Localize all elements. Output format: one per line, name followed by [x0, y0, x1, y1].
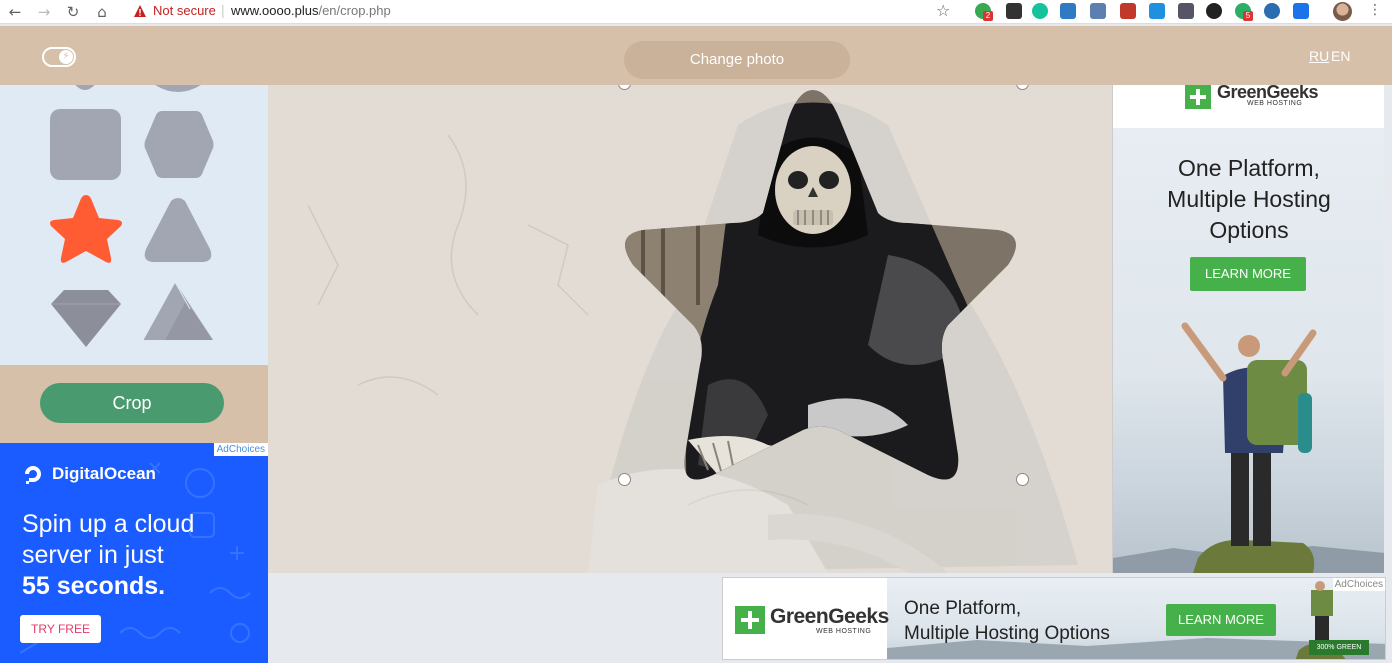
forward-arrow-icon[interactable]: → [34, 2, 54, 22]
shape-rounded-square[interactable] [50, 109, 121, 180]
gg-sub: WEB HOSTING [1247, 100, 1303, 107]
ad-headline-line: Options [1209, 217, 1289, 243]
crop-button[interactable]: Crop [40, 383, 224, 423]
ad-headline-line: 55 seconds. [22, 572, 166, 600]
digitalocean-logo-icon [25, 466, 41, 484]
greengeeks-banner-ad[interactable]: GreenGeeks WEB HOSTING One Platform, Mul… [722, 577, 1386, 660]
home-icon[interactable]: ⌂ [92, 2, 112, 22]
shape-picker [0, 85, 268, 365]
greengeeks-plus-icon [1185, 85, 1211, 109]
greengeeks-plus-icon [735, 606, 765, 634]
lang-ru-link[interactable]: RU [1309, 48, 1329, 64]
ad-headline-line: Spin up a cloud [22, 510, 195, 538]
ad-headline-line: Multiple Hosting Options [904, 623, 1110, 644]
adchoices-label[interactable]: AdChoices [1332, 578, 1385, 591]
gg-wordmark: GreenGeeks [770, 605, 889, 628]
ad-headline-line: Multiple Hosting [1167, 186, 1331, 212]
adchoices-label[interactable]: AdChoices [213, 443, 268, 456]
ad-headline: Spin up a cloud server in just 55 second… [22, 509, 252, 602]
url-separator: | [221, 2, 225, 18]
greengeeks-ad[interactable]: GreenGeeks WEB HOSTING One Platform, Mul… [1112, 85, 1384, 573]
warning-icon [134, 5, 146, 17]
ad-headline-line: server in just [22, 541, 164, 569]
ad-headline: One Platform, Multiple Hosting Options [904, 596, 1110, 646]
try-free-button[interactable]: TRY FREE [20, 615, 101, 643]
browser-toolbar: ← → ↻ ⌂ Not secure | www.oooo.plus/en/cr… [0, 0, 1392, 24]
extension-icon[interactable] [1120, 3, 1136, 19]
learn-more-button[interactable]: LEARN MORE [1166, 604, 1276, 636]
address-bar[interactable]: www.oooo.plus/en/crop.php [231, 3, 391, 18]
ad-headline-line: One Platform, [1178, 155, 1320, 181]
extension-icon[interactable] [1060, 3, 1076, 19]
security-status[interactable]: Not secure [153, 3, 216, 18]
ad-headline-line: One Platform, [904, 598, 1022, 619]
shape-hexagon[interactable] [144, 111, 214, 178]
back-arrow-icon[interactable]: ← [5, 2, 25, 22]
extension-badge: 5 [1243, 11, 1253, 21]
theme-toggle[interactable]: ⚡ [42, 47, 76, 67]
crop-handle-bottom-left[interactable] [618, 473, 631, 486]
change-photo-button[interactable]: Change photo [624, 41, 850, 79]
shape-partial[interactable] [152, 85, 204, 92]
grammarly-icon[interactable] [1032, 3, 1048, 19]
shape-partial[interactable] [72, 85, 98, 90]
profile-avatar[interactable] [1333, 2, 1352, 21]
bookmark-star-icon[interactable]: ☆ [936, 1, 950, 20]
crop-handle-bottom-right[interactable] [1016, 473, 1029, 486]
extension-icon[interactable] [1264, 3, 1280, 19]
url-path: /en/crop.php [318, 3, 391, 18]
digitalocean-ad[interactable]: AdChoices DigitalOcean Spin up a cloud s… [0, 443, 268, 663]
learn-more-button[interactable]: LEARN MORE [1190, 257, 1306, 291]
photo-preview [268, 85, 1112, 573]
shape-mountains[interactable] [142, 280, 213, 341]
ad-brand: DigitalOcean [52, 464, 156, 483]
green-badge: 300% GREEN [1309, 640, 1369, 655]
reload-icon[interactable]: ↻ [63, 2, 83, 22]
ad-headline: One Platform, Multiple Hosting Options [1113, 153, 1384, 246]
extension-icon[interactable] [1206, 3, 1222, 19]
extension-icon[interactable] [1178, 3, 1194, 19]
shape-rounded-triangle[interactable] [144, 198, 212, 262]
extension-icon[interactable] [1090, 3, 1106, 19]
extension-icon[interactable] [1293, 3, 1309, 19]
browser-menu-icon[interactable]: ⋮ [1368, 2, 1382, 18]
extension-icon[interactable] [1006, 3, 1022, 19]
photo-editor-canvas[interactable] [268, 85, 1112, 573]
extension-badge: 2 [983, 11, 993, 21]
gg-sub: WEB HOSTING [816, 628, 872, 635]
crop-bar: Crop [0, 365, 268, 443]
shape-diamond[interactable] [51, 290, 121, 347]
shape-star[interactable] [50, 195, 122, 263]
lang-en-link[interactable]: EN [1331, 48, 1350, 64]
lightning-icon: ⚡ [59, 50, 73, 64]
url-host: www.oooo.plus [231, 3, 319, 18]
download-icon[interactable] [1149, 3, 1165, 19]
